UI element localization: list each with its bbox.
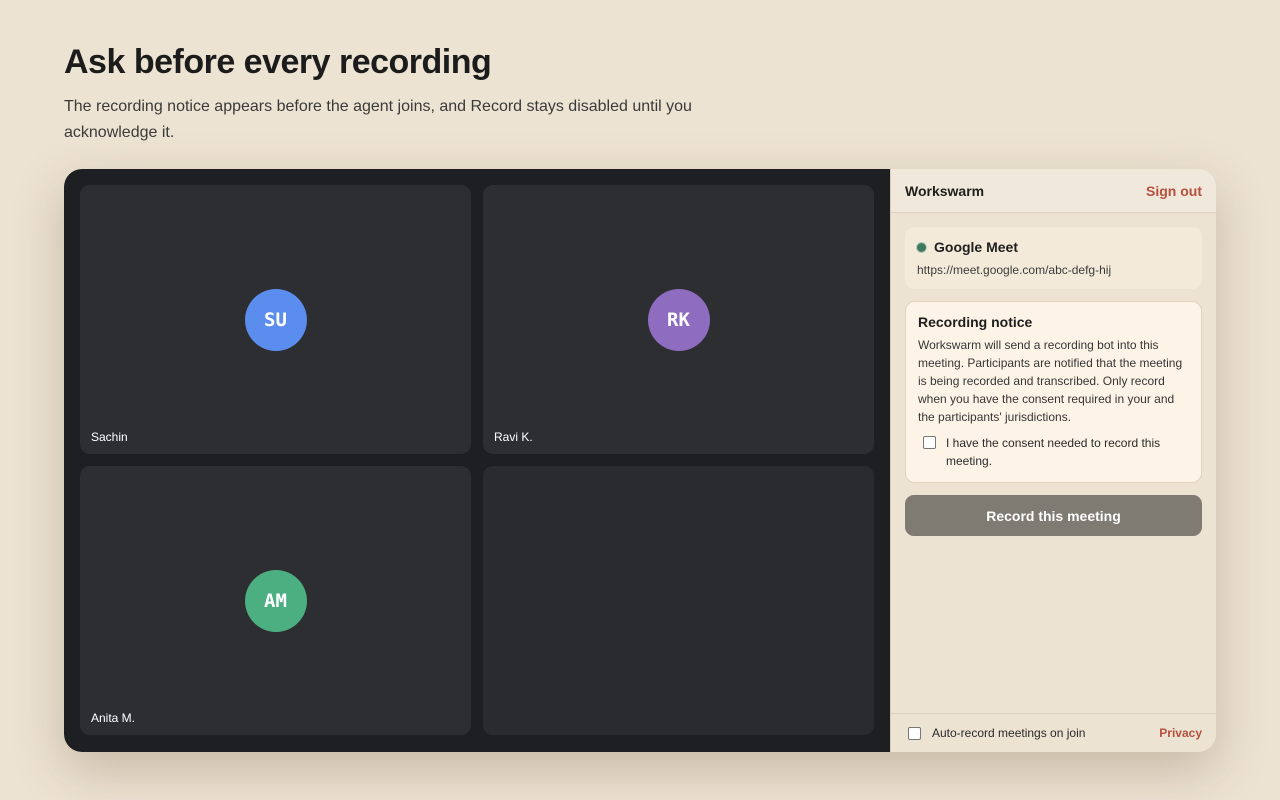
participant-name: Ravi K. xyxy=(494,430,533,444)
participant-name: Anita M. xyxy=(91,711,136,725)
empty-tile xyxy=(483,466,874,735)
auto-record-checkbox[interactable] xyxy=(908,726,921,740)
avatar: SU xyxy=(244,288,307,351)
meeting-platform: Google Meet xyxy=(917,239,1190,255)
meeting-window: SU Sachin RK Ravi K. AM Anita M. Workswa… xyxy=(64,169,1216,752)
consent-checkbox[interactable] xyxy=(923,436,936,449)
consent-label[interactable]: I have the consent needed to record this… xyxy=(946,434,1189,470)
status-dot-icon xyxy=(917,242,926,252)
recording-notice: Recording notice Workswarm will send a r… xyxy=(905,301,1202,483)
privacy-link[interactable]: Privacy xyxy=(1159,726,1202,740)
avatar: AM xyxy=(244,569,307,632)
record-meeting-button[interactable]: Record this meeting xyxy=(905,495,1202,536)
meeting-url: https://meet.google.com/abc-defg-hij xyxy=(917,263,1112,277)
participant-tile: RK Ravi K. xyxy=(483,185,874,454)
consent-row[interactable]: I have the consent needed to record this… xyxy=(918,434,1189,470)
panel-footer: Auto-record meetings on join Privacy xyxy=(891,713,1216,752)
notice-body: Workswarm will send a recording bot into… xyxy=(918,338,1183,424)
page-title: Ask before every recording xyxy=(64,43,492,81)
brand-name: Workswarm xyxy=(905,182,985,199)
panel-header: Workswarm Sign out xyxy=(891,169,1216,213)
participant-name: Sachin xyxy=(91,430,128,444)
meeting-platform-label: Google Meet xyxy=(934,239,1019,255)
auto-record-label[interactable]: Auto-record meetings on join xyxy=(932,726,1159,740)
hero: Ask before every recording The recording… xyxy=(64,42,764,146)
notice-title: Recording notice xyxy=(918,314,1033,330)
workswarm-panel: Workswarm Sign out Google Meet https://m… xyxy=(890,169,1216,752)
avatar: RK xyxy=(647,288,710,351)
participant-tile: SU Sachin xyxy=(80,185,471,454)
meeting-card: Google Meet https://meet.google.com/abc-… xyxy=(905,227,1202,289)
page-subtitle: The recording notice appears before the … xyxy=(64,98,692,141)
participant-tile: AM Anita M. xyxy=(80,466,471,735)
video-stage: SU Sachin RK Ravi K. AM Anita M. xyxy=(64,169,890,752)
sign-out-link[interactable]: Sign out xyxy=(1146,183,1202,199)
